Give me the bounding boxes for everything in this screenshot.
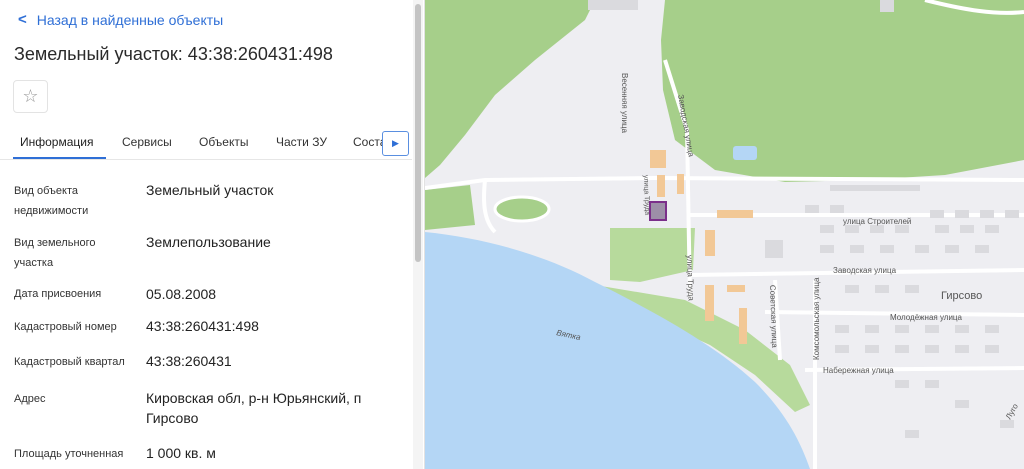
page-title: Земельный участок: 43:38:260431:498 (14, 44, 333, 64)
building (905, 430, 919, 438)
tab-information[interactable]: Информация (20, 135, 93, 149)
tabs-scroll-right-button[interactable]: ▶ (382, 131, 409, 156)
building (980, 210, 994, 218)
property-label-land-type: Вид земельного участка (14, 237, 96, 269)
building (930, 210, 944, 218)
street-label-komsomolskaya: Комсомольская улица (812, 277, 821, 360)
pond (733, 146, 757, 160)
building (739, 308, 747, 344)
building (820, 245, 834, 253)
building (850, 245, 864, 253)
property-value-object-type: Земельный участок (146, 182, 274, 198)
street-label-truda-short: улица Труда (642, 175, 650, 215)
building (1005, 210, 1019, 218)
building (705, 230, 715, 256)
building (835, 345, 849, 353)
scrollbar-thumb[interactable] (415, 4, 421, 262)
building (975, 245, 989, 253)
property-value-land-type: Землепользование (146, 234, 271, 250)
building (805, 205, 819, 213)
building (905, 285, 919, 293)
property-value-assignment-date: 05.08.2008 (146, 286, 217, 302)
building (960, 225, 974, 233)
star-icon: ☆ (22, 86, 39, 106)
building (717, 210, 753, 218)
street-label-molodezhnaya: Молодёжная улица (890, 313, 962, 322)
building (875, 285, 889, 293)
back-link[interactable]: < Назад в найденные объекты (18, 11, 223, 28)
building (657, 175, 665, 197)
property-value-area: 1 000 кв. м (146, 445, 216, 461)
triangle-right-icon: ▶ (392, 138, 399, 148)
stadium (493, 195, 551, 223)
building (650, 150, 666, 168)
building (880, 245, 894, 253)
building (1000, 420, 1014, 428)
tab-services[interactable]: Сервисы (122, 135, 172, 149)
building (865, 325, 879, 333)
property-value-address: Кировская обл, р-н Юрьянский, п Гирсово (146, 390, 362, 426)
street-label-truda: улица Труда (685, 255, 696, 302)
building (955, 345, 969, 353)
building (588, 0, 638, 10)
active-tab-indicator (13, 157, 106, 159)
building (925, 325, 939, 333)
building (895, 225, 909, 233)
building (880, 0, 894, 12)
building (727, 285, 745, 292)
building (955, 325, 969, 333)
building (845, 225, 859, 233)
building (845, 285, 859, 293)
building (955, 210, 969, 218)
chevron-left-icon: < (18, 11, 27, 28)
building (915, 245, 929, 253)
building (985, 345, 999, 353)
property-value-cadastral-number: 43:38:260431:498 (146, 318, 259, 334)
back-link-label: Назад в найденные объекты (36, 11, 224, 28)
building (925, 380, 939, 388)
building (705, 285, 714, 321)
building (895, 380, 909, 388)
building (677, 174, 684, 194)
panel-scrollbar[interactable] (413, 0, 423, 469)
building (985, 225, 999, 233)
map-canvas[interactable]: Вятка Гирсово Весенняя улица Заводская у… (425, 0, 1024, 469)
property-label-address: Адрес (14, 393, 46, 405)
property-label-cadastral-number: Кадастровый номер (14, 321, 117, 333)
building (835, 325, 849, 333)
building (765, 240, 783, 258)
property-label-assignment-date: Дата присвоения (14, 288, 102, 300)
building (945, 245, 959, 253)
selected-parcel[interactable] (649, 201, 667, 221)
info-panel: < Назад в найденные объекты Земельный уч… (0, 0, 425, 469)
property-label-area: Площадь уточненная (14, 448, 124, 460)
building (830, 205, 844, 213)
forest-area-west (425, 185, 475, 230)
tab-objects[interactable]: Объекты (199, 135, 249, 149)
property-value-cadastral-quarter: 43:38:260431 (146, 353, 232, 369)
street-label-zavodskaya-east: Заводская улица (833, 266, 897, 275)
street-label-stroiteley: улица Строителей (843, 217, 911, 226)
building (870, 225, 884, 233)
map-view[interactable]: Вятка Гирсово Весенняя улица Заводская у… (425, 0, 1024, 469)
settlement-label: Гирсово (941, 290, 982, 302)
tab-parts[interactable]: Части ЗУ (276, 135, 327, 149)
favorite-button[interactable]: ☆ (13, 80, 48, 113)
property-label-object-type: Вид объекта недвижимости (14, 185, 89, 217)
tab-bar: Информация Сервисы Объекты Части ЗУ Сост… (0, 128, 412, 160)
street-label-naberezhnaya: Набережная улица (823, 366, 894, 375)
street-label-vesennyaya: Весенняя улица (620, 73, 629, 134)
building (935, 225, 949, 233)
building (830, 185, 920, 191)
building (925, 345, 939, 353)
building (985, 325, 999, 333)
building (895, 325, 909, 333)
property-label-cadastral-quarter: Кадастровый квартал (14, 356, 125, 368)
building (895, 345, 909, 353)
building (820, 225, 834, 233)
forest-area-northeast (661, 0, 1024, 182)
building (865, 345, 879, 353)
building (955, 400, 969, 408)
